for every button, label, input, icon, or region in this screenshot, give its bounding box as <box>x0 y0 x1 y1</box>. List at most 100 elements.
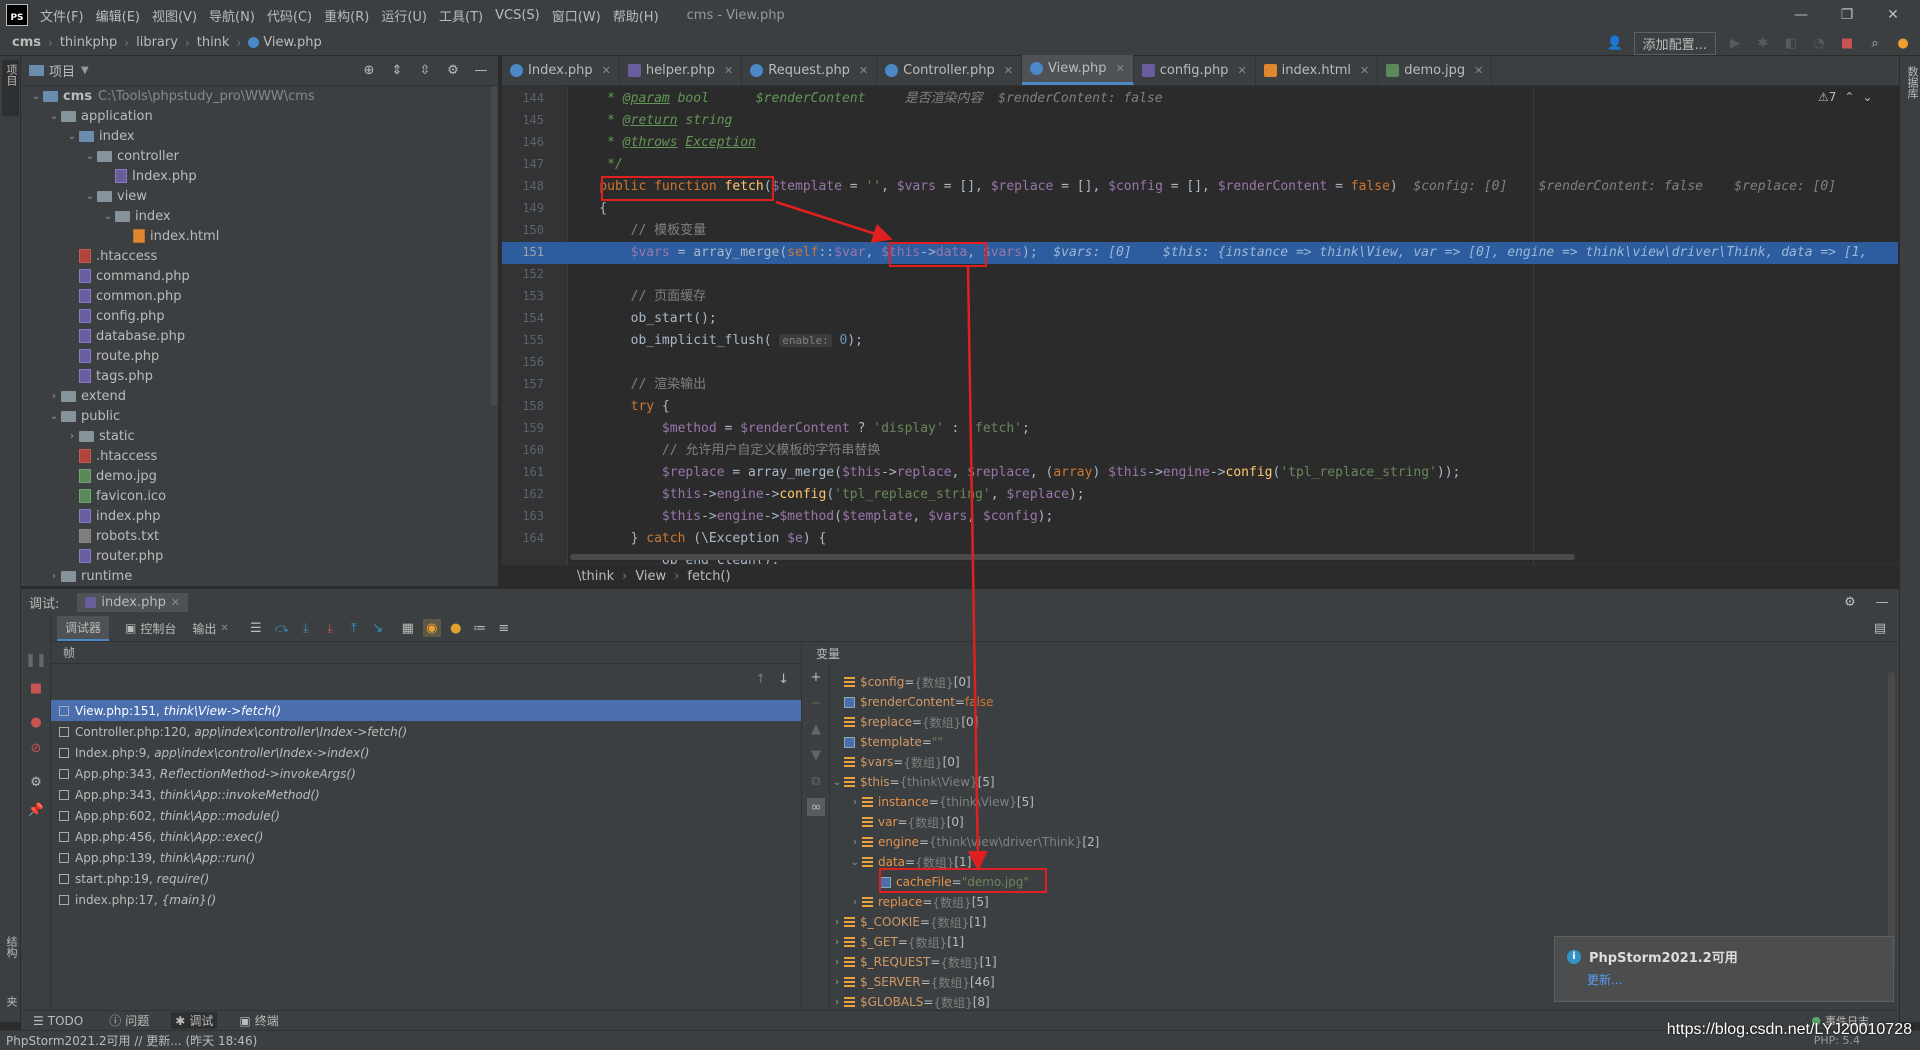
force-step-into-icon[interactable]: ⤓ <box>321 619 339 637</box>
editor-hscroll[interactable] <box>570 554 1575 560</box>
restore-icon[interactable]: ❐ <box>1824 0 1870 30</box>
chevron-right-icon[interactable]: › <box>47 571 61 582</box>
tree-item[interactable]: ⌄ index <box>21 206 491 226</box>
tree-item[interactable]: index.html <box>21 226 491 246</box>
expand-icon[interactable]: › <box>830 917 844 928</box>
crumb-namespace[interactable]: \think <box>577 569 614 584</box>
menu-view[interactable]: 视图(V) <box>146 6 203 25</box>
close-session-icon[interactable]: ✕ <box>171 596 180 609</box>
menu-tools[interactable]: 工具(T) <box>433 6 489 25</box>
close-tab-icon[interactable]: ✕ <box>602 64 611 77</box>
line-number[interactable]: 148 <box>502 179 544 193</box>
variable-row[interactable]: var = {数组} [0] <box>830 812 1890 832</box>
close-tab-icon[interactable]: ✕ <box>1474 64 1483 77</box>
nav-crumb-cms[interactable]: cms <box>12 35 41 50</box>
tree-item[interactable]: .htaccess <box>21 446 491 466</box>
search-icon[interactable]: ⌕ <box>1866 34 1884 52</box>
line-number[interactable]: 158 <box>502 399 544 413</box>
variable-row[interactable]: › instance = {think\View} [5] <box>830 792 1890 812</box>
nav-crumb-file[interactable]: View.php <box>263 35 322 50</box>
move-down-icon[interactable]: ▼ <box>807 746 825 764</box>
tree-item[interactable]: › extend <box>21 386 491 406</box>
line-number[interactable]: 156 <box>502 355 544 369</box>
chevron-down-icon[interactable]: ▼ <box>81 65 89 76</box>
frame-row[interactable]: index.php:17, {main}() <box>51 889 801 910</box>
settings-list-icon[interactable]: ≡ <box>495 619 513 637</box>
line-number[interactable]: 164 <box>502 531 544 545</box>
close-icon[interactable]: ✕ <box>1870 0 1916 30</box>
tree-item[interactable]: route.php <box>21 346 491 366</box>
line-number[interactable]: 162 <box>502 487 544 501</box>
minimize-icon[interactable]: — <box>1778 0 1824 30</box>
menu-navigate[interactable]: 导航(N) <box>203 6 261 25</box>
breakpoint-icon[interactable]: ● <box>447 619 465 637</box>
step-out-icon[interactable]: ⤒ <box>345 619 363 637</box>
locate-icon[interactable]: ⊕ <box>360 62 378 80</box>
update-icon[interactable]: ● <box>1894 34 1912 52</box>
pin-icon[interactable]: 📌 <box>27 801 45 819</box>
line-number[interactable]: 150 <box>502 223 544 237</box>
tree-scrollbar[interactable] <box>491 86 497 406</box>
frame-row[interactable]: App.php:602, think\App::module() <box>51 805 801 826</box>
chevron-down-icon[interactable]: ⌄ <box>47 411 61 422</box>
tab-output[interactable]: 输出 ✕ <box>192 620 228 637</box>
next-highlight-icon[interactable]: ⌄ <box>1862 90 1872 104</box>
chevron-down-icon[interactable]: ⌄ <box>29 91 43 102</box>
tab-index-html[interactable]: index.html ✕ <box>1256 55 1379 85</box>
frame-row[interactable]: App.php:456, think\App::exec() <box>51 826 801 847</box>
close-output-icon[interactable]: ✕ <box>220 623 228 634</box>
line-number[interactable]: 160 <box>502 443 544 457</box>
user-icon[interactable]: 👤 <box>1606 34 1624 52</box>
variables-scrollbar[interactable] <box>1888 672 1895 972</box>
frame-down-icon[interactable]: ↓ <box>778 672 789 687</box>
expand-icon[interactable]: › <box>830 957 844 968</box>
run-icon[interactable]: ▶ <box>1726 34 1744 52</box>
line-number[interactable]: 159 <box>502 421 544 435</box>
variable-row[interactable]: $replace = {数组} [0] <box>830 712 1890 732</box>
layout-icon[interactable]: ▤ <box>1871 619 1889 637</box>
line-number[interactable]: 147 <box>502 157 544 171</box>
gear-icon[interactable]: ⚙ <box>1841 593 1859 611</box>
prev-highlight-icon[interactable]: ⌃ <box>1844 90 1854 104</box>
chevron-down-icon[interactable]: ⌄ <box>83 151 97 162</box>
tree-item[interactable]: › runtime <box>21 566 491 586</box>
chevron-down-icon[interactable]: ⌄ <box>65 131 79 142</box>
line-number[interactable]: 145 <box>502 113 544 127</box>
debug-icon[interactable]: ✱ <box>1754 34 1772 52</box>
frame-row[interactable]: App.php:343, think\App::invokeMethod() <box>51 784 801 805</box>
variable-row[interactable]: › engine = {think\view\driver\Think} [2] <box>830 832 1890 852</box>
variable-row[interactable]: ⌄ $this = {think\View} [5] <box>830 772 1890 792</box>
close-tab-icon[interactable]: ✕ <box>1116 62 1125 75</box>
list-icon[interactable]: ≔ <box>471 619 489 637</box>
tree-item[interactable]: ⌄ view <box>21 186 491 206</box>
line-number[interactable]: 152 <box>502 267 544 281</box>
line-number[interactable]: 161 <box>502 465 544 479</box>
tree-item[interactable]: database.php <box>21 326 491 346</box>
hide-icon[interactable]: — <box>1873 593 1891 611</box>
tab-controller-php[interactable]: Controller.php ✕ <box>877 55 1023 85</box>
variable-row[interactable]: › replace = {数组} [5] <box>830 892 1890 912</box>
menu-code[interactable]: 代码(C) <box>261 6 318 25</box>
mute-breakpoints-icon[interactable]: ⊘ <box>27 739 45 757</box>
tree-item[interactable]: common.php <box>21 286 491 306</box>
tree-item[interactable]: ⌄ cms C:\Tools\phpstudy_pro\WWW\cms <box>21 86 491 106</box>
frame-up-icon[interactable]: ↑ <box>755 672 766 687</box>
collapse-all-icon[interactable]: ⇳ <box>416 62 434 80</box>
tree-item[interactable]: router.php <box>21 546 491 566</box>
step-over-icon[interactable]: ⤼ <box>273 619 291 637</box>
tree-item[interactable]: Index.php <box>21 166 491 186</box>
add-configuration-button[interactable]: 添加配置... <box>1633 31 1716 55</box>
menu-window[interactable]: 窗口(W) <box>546 6 607 25</box>
variable-row[interactable]: › $_COOKIE = {数组} [1] <box>830 912 1890 932</box>
menu-vcs[interactable]: VCS(S) <box>489 8 546 23</box>
menu-help[interactable]: 帮助(H) <box>607 6 665 25</box>
frame-row[interactable]: View.php:151, think\View->fetch() <box>51 700 801 721</box>
stop-icon[interactable]: ■ <box>1838 34 1856 52</box>
close-tab-icon[interactable]: ✕ <box>1360 64 1369 77</box>
project-tool-button[interactable]: 项目 <box>3 64 19 86</box>
glasses-icon[interactable]: ∞ <box>807 798 825 816</box>
pause-icon[interactable]: ❚❚ <box>25 651 47 669</box>
todo-tool-button[interactable]: ☰ TODO <box>29 1014 87 1028</box>
tab-debugger[interactable]: 调试器 <box>57 615 110 641</box>
tree-item[interactable]: config.php <box>21 306 491 326</box>
